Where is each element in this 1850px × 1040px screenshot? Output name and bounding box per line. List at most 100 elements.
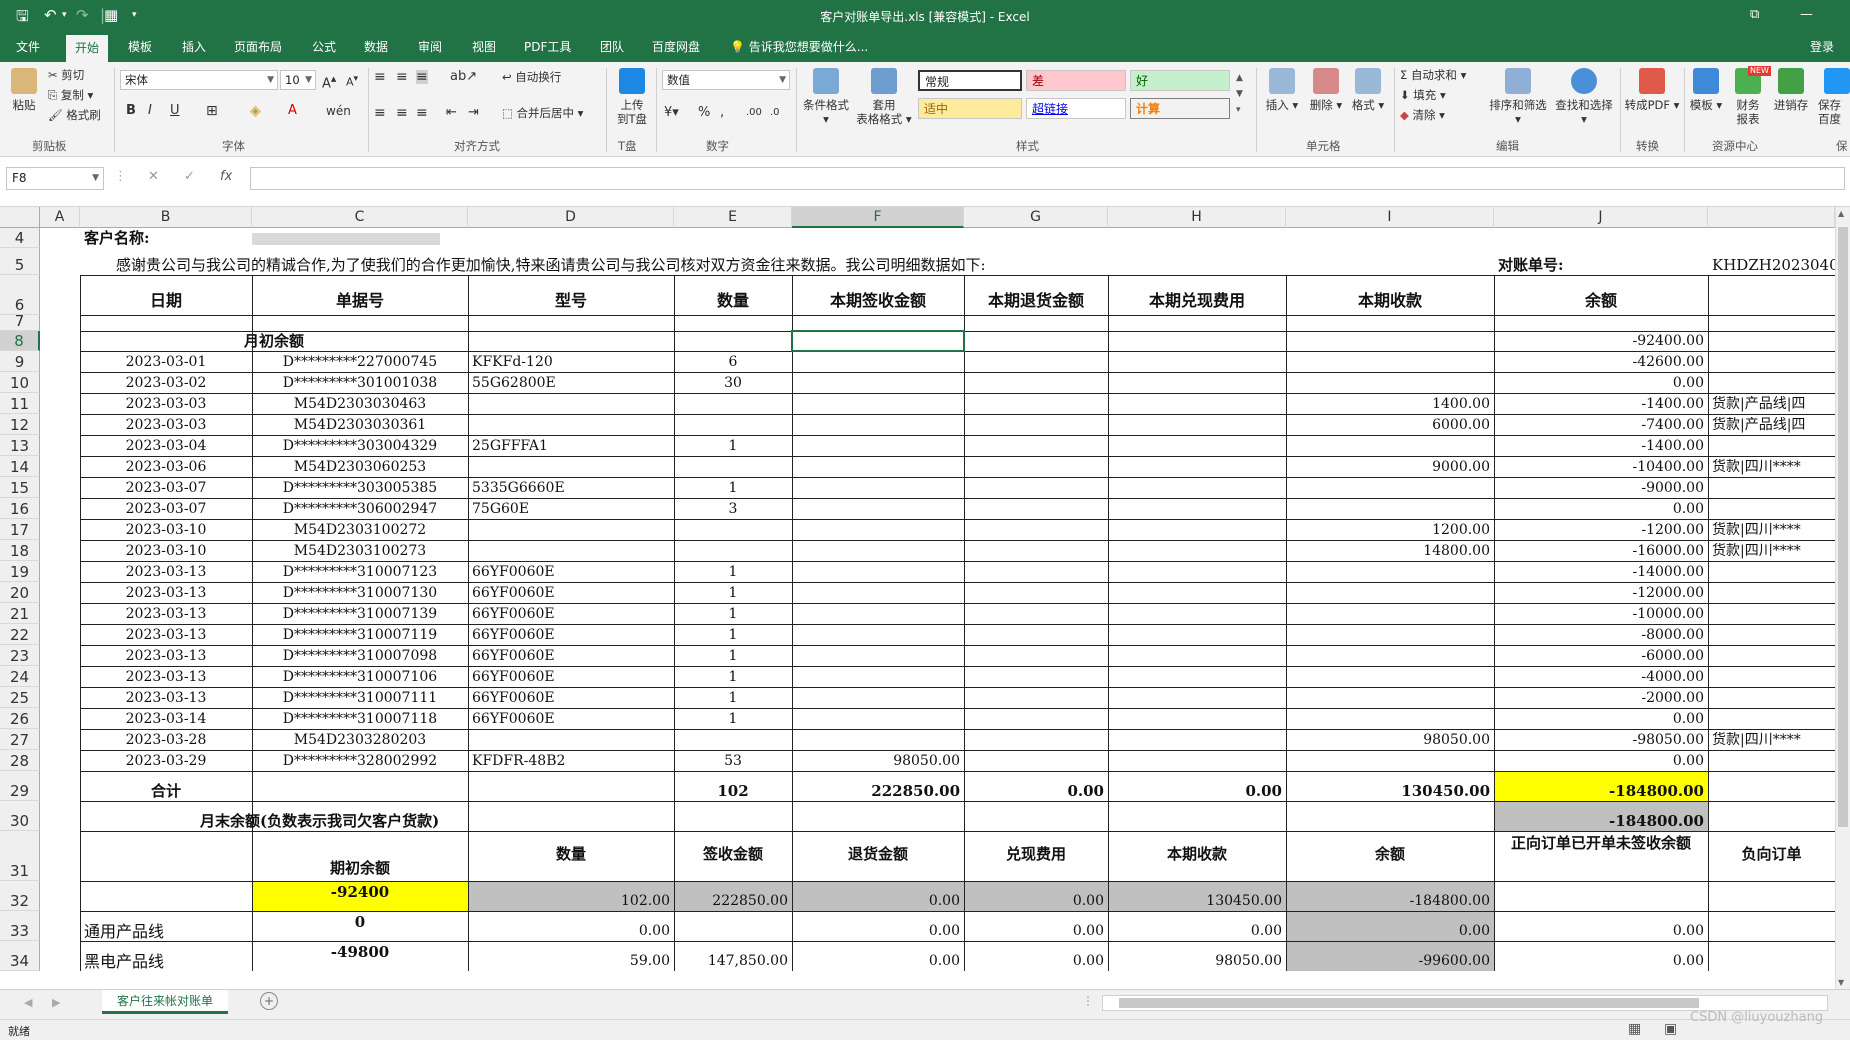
increase-decimal-icon[interactable]: .00 (746, 106, 762, 120)
detail-model[interactable]: KFKFd-120 (472, 354, 670, 371)
total-received[interactable]: 130450.00 (1290, 783, 1490, 800)
row-header-13[interactable]: 13 (0, 435, 40, 456)
row-header-30[interactable]: 30 (0, 801, 40, 831)
header-6[interactable]: 本期兑现费用 (1108, 287, 1286, 311)
summary-qty[interactable]: 102.00 (472, 893, 670, 910)
summary-balance[interactable]: -99600.00 (1290, 953, 1490, 970)
detail-received[interactable]: 6000.00 (1290, 417, 1490, 434)
detail-received[interactable]: 14800.00 (1290, 543, 1490, 560)
header-7[interactable]: 本期收款 (1286, 287, 1494, 311)
currency-icon[interactable]: ¥▾ (664, 106, 679, 120)
tab-insert[interactable]: 插入 (182, 38, 206, 55)
summary-header-7[interactable]: 正向订单已开单未签收余额 (1494, 833, 1708, 853)
sheet-tab-statement[interactable]: 客户往来帐对账单 (102, 990, 228, 1014)
row-header-6[interactable]: 6 (0, 275, 40, 315)
summary-header-5[interactable]: 本期收款 (1108, 843, 1286, 864)
format-painter-button[interactable]: 🖌 格式刷 (48, 108, 101, 122)
style-neutral[interactable]: 适中 (918, 98, 1022, 119)
detail-balance[interactable]: 0.00 (1498, 711, 1704, 728)
style-calculation[interactable]: 计算 (1130, 98, 1230, 119)
align-bottom-icon[interactable]: ≡ (416, 70, 428, 84)
row-header-9[interactable]: 9 (0, 351, 40, 372)
select-all-corner[interactable] (0, 207, 40, 228)
detail-doc-no[interactable]: M54D2303100273 (256, 543, 464, 560)
format-as-table-button[interactable]: 套用 表格格式 ▾ (854, 68, 914, 126)
underline-icon[interactable]: U (170, 104, 180, 118)
detail-date[interactable]: 2023-03-13 (84, 690, 248, 707)
italic-icon[interactable]: I (148, 104, 152, 118)
detail-balance[interactable]: -6000.00 (1498, 648, 1704, 665)
row-header-25[interactable]: 25 (0, 687, 40, 708)
summary-balance[interactable]: -184800.00 (1290, 893, 1490, 910)
summary-signed[interactable]: 222850.00 (678, 893, 788, 910)
detail-balance[interactable]: -1400.00 (1498, 438, 1704, 455)
detail-model[interactable]: 66YF0060E (472, 564, 670, 581)
merge-center-button[interactable]: ⬚ 合并后居中 ▾ (502, 106, 583, 120)
detail-balance[interactable]: -98050.00 (1498, 732, 1704, 749)
detail-doc-no[interactable]: D*********310007106 (256, 669, 464, 686)
minimize-icon[interactable]: — (1800, 7, 1813, 22)
phonetic-icon[interactable]: wén (326, 104, 351, 118)
detail-qty[interactable]: 1 (678, 438, 788, 455)
font-grow-icon[interactable]: A▴ (322, 72, 336, 91)
row-header-24[interactable]: 24 (0, 666, 40, 687)
tab-data[interactable]: 数据 (364, 38, 388, 55)
column-header-i[interactable]: I (1286, 207, 1494, 228)
column-header-c[interactable]: C (252, 207, 468, 228)
detail-date[interactable]: 2023-03-10 (84, 522, 248, 539)
tab-review[interactable]: 审阅 (418, 38, 442, 55)
total-label[interactable]: 合计 (84, 783, 248, 800)
detail-balance[interactable]: -16000.00 (1498, 543, 1704, 560)
row-header-23[interactable]: 23 (0, 645, 40, 666)
autosum-button[interactable]: Σ 自动求和 ▾ (1400, 68, 1466, 82)
convert-pdf-button[interactable]: 转成PDF ▾ (1624, 68, 1680, 112)
summary-returned[interactable]: 0.00 (796, 953, 960, 970)
copy-button[interactable]: ⎘ 复制 ▾ (48, 88, 93, 102)
detail-balance[interactable]: -9000.00 (1498, 480, 1704, 497)
vertical-scrollbar[interactable]: ▲ ▼ (1835, 207, 1850, 989)
detail-date[interactable]: 2023-03-13 (84, 585, 248, 602)
detail-qty[interactable]: 6 (678, 354, 788, 371)
summary-header-2[interactable]: 签收金额 (674, 843, 792, 864)
style-bad[interactable]: 差 (1026, 70, 1126, 91)
detail-model[interactable]: 66YF0060E (472, 585, 670, 602)
opening-balance[interactable]: -92400.00 (1498, 333, 1704, 350)
selected-cell-f8[interactable] (791, 330, 965, 352)
detail-date[interactable]: 2023-03-03 (84, 417, 248, 434)
normal-view-icon[interactable]: ▦ (1628, 1021, 1641, 1037)
finance-report-button[interactable]: 财务 报表 (1730, 68, 1766, 126)
detail-date[interactable]: 2023-03-13 (84, 669, 248, 686)
row-header-22[interactable]: 22 (0, 624, 40, 645)
detail-balance[interactable]: 0.00 (1498, 501, 1704, 518)
statement-no-label[interactable]: 对账单号: (1498, 257, 1704, 274)
name-box[interactable]: F8 ▼ (6, 167, 104, 190)
opening-label[interactable]: 月初余额 (84, 333, 464, 350)
column-header-b[interactable]: B (80, 207, 252, 228)
styles-scroll-icon[interactable]: ▲ ▼ ▾ (1236, 70, 1243, 118)
header-3[interactable]: 数量 (674, 287, 792, 311)
detail-model[interactable]: 55G62800E (472, 375, 670, 392)
detail-qty[interactable]: 1 (678, 669, 788, 686)
prev-sheet-icon[interactable]: ◀ (24, 996, 32, 1009)
summary-opening[interactable]: -49800 (256, 944, 464, 961)
row-header-17[interactable]: 17 (0, 519, 40, 540)
summary-label[interactable]: 通用产品线 (84, 923, 248, 940)
tab-pdf-tools[interactable]: PDF工具 (524, 38, 571, 55)
detail-doc-no[interactable]: D*********306002947 (256, 501, 464, 518)
border-icon[interactable]: ⊞ (206, 104, 218, 118)
summary-received[interactable]: 130450.00 (1112, 893, 1282, 910)
font-color-icon[interactable]: A (288, 104, 297, 118)
detail-model[interactable]: 66YF0060E (472, 690, 670, 707)
header-2[interactable]: 型号 (468, 287, 674, 311)
closing-label[interactable]: 月末余额(负数表示我司欠客户货款) (200, 813, 620, 830)
detail-model[interactable]: 5335G6660E (472, 480, 670, 497)
tab-formulas[interactable]: 公式 (312, 38, 336, 55)
row-header-21[interactable]: 21 (0, 603, 40, 624)
summary-opening[interactable]: -92400 (256, 884, 464, 901)
insert-function-icon[interactable]: fx (220, 169, 232, 184)
row-header-20[interactable]: 20 (0, 582, 40, 603)
row-header-4[interactable]: 4 (0, 228, 40, 248)
detail-date[interactable]: 2023-03-13 (84, 606, 248, 623)
tab-home[interactable]: 开始 (66, 35, 109, 62)
summary-header-8[interactable]: 负向订单 (1708, 843, 1835, 864)
